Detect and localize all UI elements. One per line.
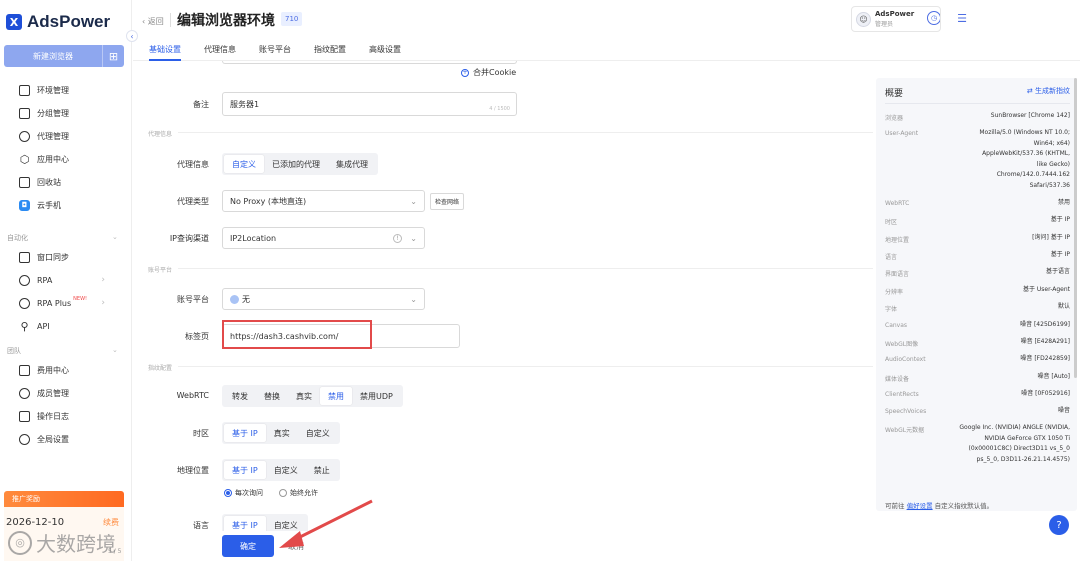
annotation-arrow bbox=[279, 499, 373, 548]
watermark: ◎ 大数跨境 bbox=[8, 528, 116, 557]
watermark-logo-icon: ◎ bbox=[8, 530, 32, 555]
collapse-sidebar-icon[interactable]: ‹ bbox=[126, 30, 138, 42]
arrow-head bbox=[279, 531, 304, 548]
app-root: X AdsPower 新建浏览器 ⊞ 环境管理 分组管理 代理管理 ⬡ 应用中心 … bbox=[0, 0, 1080, 561]
arrow-shaft bbox=[291, 499, 373, 543]
